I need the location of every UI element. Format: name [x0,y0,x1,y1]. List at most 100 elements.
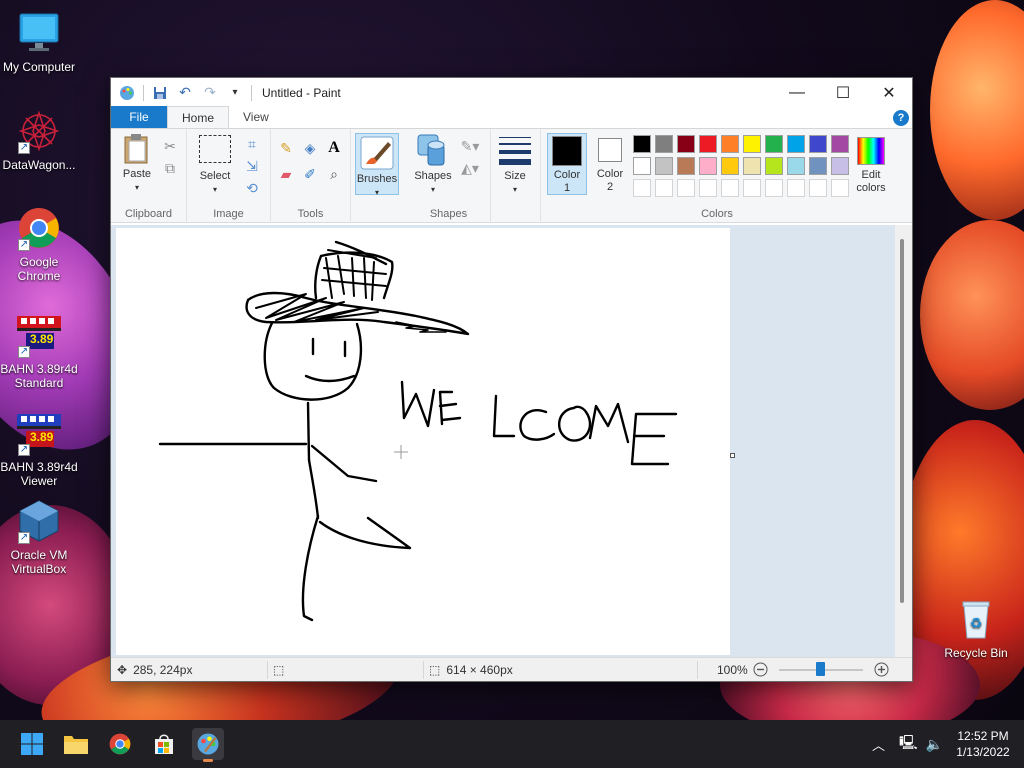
save-icon[interactable] [151,84,169,102]
size-button[interactable]: Size ▾ [497,133,533,196]
palette-swatch[interactable] [699,179,717,197]
color2-button[interactable]: Color 2 [591,133,629,194]
palette-swatch[interactable] [787,135,805,153]
palette-swatch[interactable] [699,135,717,153]
arm-stroke [310,444,378,483]
maximize-button[interactable]: ☐ [820,78,866,107]
cut-icon[interactable]: ✂ [161,137,179,155]
copy-icon[interactable]: ⧉ [161,159,179,177]
palette-swatch[interactable] [721,135,739,153]
welcome-e2-stroke [630,412,678,466]
rotate-icon[interactable]: ⟲ [243,179,261,197]
chevron-up-icon[interactable]: ︿ [872,735,885,754]
size-group: Size ▾ [491,129,541,223]
desktop-icon-google-chrome[interactable]: ↗ Google Chrome [0,205,78,283]
tab-view[interactable]: View [229,106,283,128]
select-button[interactable]: Select ▾ [193,133,237,196]
magnifier-icon[interactable]: ⌕ [325,165,343,183]
palette-swatch[interactable] [655,157,673,175]
desktop-icon-bahn-standard[interactable]: 3.89 ↗ BAHN 3.89r4d Standard [0,312,78,390]
help-icon[interactable]: ? [893,110,909,126]
palette-swatch[interactable] [765,157,783,175]
tab-home[interactable]: Home [167,106,230,128]
undo-icon[interactable]: ↶ [176,84,194,102]
palette-swatch[interactable] [809,179,827,197]
palette-swatch[interactable] [831,179,849,197]
title-bar[interactable]: ↶ ↷ ▾ Untitled - Paint — ☐ ✕ [111,78,912,107]
chrome-icon: ↗ [16,205,62,251]
customize-toolbar-icon[interactable]: ▾ [226,84,244,102]
resize-icon[interactable]: ⇲ [243,157,261,175]
palette-swatch[interactable] [677,157,695,175]
palette-swatch[interactable] [831,157,849,175]
palette-swatch[interactable] [809,157,827,175]
palette-swatch[interactable] [655,135,673,153]
paint-taskbar-button[interactable] [192,728,224,762]
palette-swatch[interactable] [743,179,761,197]
welcome-c-stroke [519,409,556,441]
palette-swatch[interactable] [677,135,695,153]
palette-swatch[interactable] [765,135,783,153]
shapes-button[interactable]: Shapes ▾ [411,133,455,196]
zoom-slider-thumb[interactable] [816,662,825,676]
shortcut-arrow-icon: ↗ [18,532,30,544]
palette-swatch[interactable] [787,179,805,197]
desktop-icon-bahn-viewer[interactable]: 3.89 ↗ BAHN 3.89r4d Viewer [0,410,78,488]
brushes-label: Brushes [356,173,398,185]
file-explorer-button[interactable] [60,728,92,760]
palette-swatch[interactable] [743,157,761,175]
volume-icon[interactable]: 🔈 [926,736,943,753]
palette-swatch[interactable] [633,157,651,175]
close-button[interactable]: ✕ [866,78,912,107]
palette-swatch[interactable] [633,179,651,197]
palette-swatch[interactable] [633,135,651,153]
pencil-icon[interactable]: ✎ [277,139,295,157]
drawing-canvas[interactable] [116,228,730,655]
palette-swatch[interactable] [677,179,695,197]
desktop-icon-label: My Computer [2,60,76,74]
clock-time: 12:52 PM [957,729,1009,743]
start-button[interactable] [16,728,48,760]
palette-swatch[interactable] [655,179,673,197]
brushes-button[interactable]: Brushes ▾ [355,133,399,197]
scrollbar-thumb[interactable] [900,239,904,603]
palette-swatch[interactable] [699,157,717,175]
tab-file[interactable]: File [111,106,167,128]
desktop-icon-virtualbox[interactable]: ↗ Oracle VM VirtualBox [0,498,78,576]
palette-swatch[interactable] [721,157,739,175]
color-picker-icon[interactable]: ✐ [301,165,319,183]
eraser-icon[interactable]: ▰ [277,165,295,183]
vertical-scrollbar[interactable] [895,225,912,657]
clock[interactable]: 12:52 PM 1/13/2022 [950,728,1016,760]
palette-swatch[interactable] [721,179,739,197]
separator [697,661,698,679]
minimize-button[interactable]: — [774,78,820,107]
palette-swatch[interactable] [831,135,849,153]
desktop-icon-datawagon[interactable]: ↗ DataWagon... [0,108,78,172]
zoom-in-button[interactable] [874,662,889,677]
fill-bucket-icon[interactable]: ◈ [301,139,319,157]
desktop-icon-label: Google Chrome [17,255,61,283]
desktop-icon-my-computer[interactable]: My Computer [0,10,78,74]
fill-icon[interactable]: ◭▾ [461,159,479,177]
chrome-taskbar-button[interactable] [104,728,136,760]
palette-swatch[interactable] [787,157,805,175]
palette-swatch[interactable] [765,179,783,197]
paste-button[interactable]: Paste ▾ [117,133,157,194]
palette-swatch[interactable] [809,135,827,153]
crop-icon[interactable]: ⌗ [243,135,261,153]
desktop-icon-recycle-bin[interactable]: ♻ Recycle Bin [937,596,1015,660]
zoom-out-button[interactable] [753,662,768,677]
outline-icon[interactable]: ✎▾ [461,137,480,155]
group-label: Image [213,208,244,220]
edit-colors-button[interactable]: Edit colors [851,133,891,195]
store-button[interactable] [148,728,180,760]
network-icon[interactable]: 🖳 [899,732,918,756]
palette-swatch[interactable] [743,135,761,153]
text-tool-icon[interactable]: A [325,139,343,157]
canvas-resize-handle[interactable] [730,453,735,458]
color1-button[interactable]: Color 1 [547,133,587,195]
paint-app-icon[interactable] [118,84,136,102]
mouth-stroke [304,374,356,383]
redo-icon[interactable]: ↷ [201,84,219,102]
